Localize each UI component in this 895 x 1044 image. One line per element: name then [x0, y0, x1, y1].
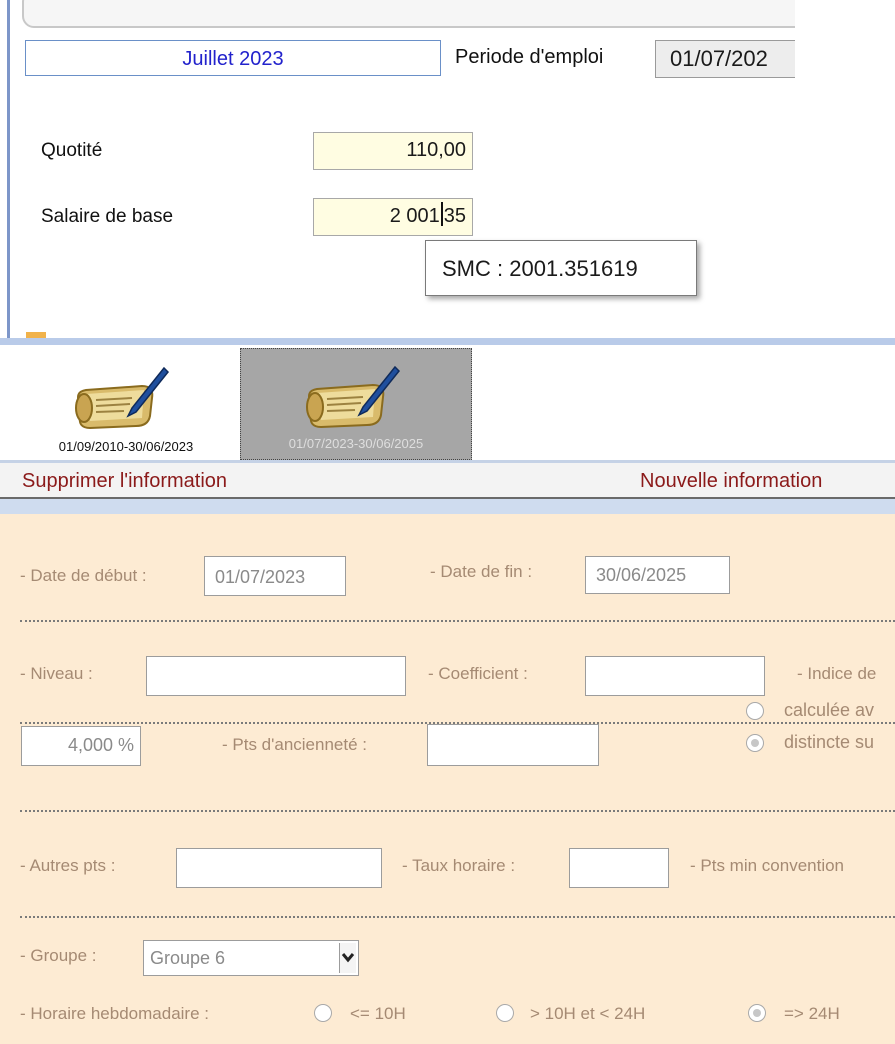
row-divider [20, 620, 895, 622]
salaire-value-integer: 2 001 [389, 205, 440, 227]
pts-min-convention-label: - Pts min convention [690, 856, 845, 875]
radio-distincte-label: distincte su [784, 732, 875, 752]
quotite-label: Quotité [41, 140, 103, 161]
horaire-label: - Horaire hebdomadaire : [20, 1004, 209, 1023]
action-bar-divider [0, 499, 895, 514]
radio-horaire-10-24h[interactable] [496, 1004, 514, 1022]
contract-tab-1[interactable]: 01/09/2010-30/06/2023 [10, 350, 242, 462]
taux-horaire-label: - Taux horaire : [402, 856, 516, 875]
contract-tab-2-label: 01/07/2023-30/06/2025 [288, 436, 424, 451]
contract-tab-2[interactable]: 01/07/2023-30/06/2025 [240, 348, 472, 460]
groupe-label: - Groupe : [20, 946, 97, 965]
delete-info-button[interactable]: Supprimer l'information [22, 463, 227, 499]
new-info-button[interactable]: Nouvelle information [640, 463, 822, 499]
radio-calculee[interactable] [746, 702, 764, 720]
action-bar: Supprimer l'information Nouvelle informa… [0, 463, 895, 499]
date-fin-label: - Date de fin : [430, 562, 533, 581]
coefficient-field[interactable] [585, 656, 765, 696]
panel-tab-strip [22, 0, 846, 28]
month-label: Juillet 2023 [25, 40, 441, 76]
salary-panel: Juillet 2023 Periode d'emploi 01/07/202 … [0, 0, 895, 338]
indice-label: - Indice de [797, 664, 877, 683]
quotite-field[interactable]: 110,00 [313, 132, 473, 170]
taux-horaire-field[interactable] [569, 848, 669, 888]
radio-horaire-ge-24h[interactable] [748, 1004, 766, 1022]
pts-anciennete-field[interactable] [427, 724, 599, 766]
radio-distincte[interactable] [746, 734, 764, 752]
section-separator [0, 332, 895, 345]
autres-pts-label: - Autres pts : [20, 856, 116, 875]
scroll-pen-icon [75, 366, 170, 430]
pts-anciennete-label: - Pts d'ancienneté : [222, 735, 367, 754]
panel-left-border [7, 0, 10, 338]
smc-tooltip: SMC : 2001.351619 [425, 240, 697, 296]
autres-pts-field[interactable] [176, 848, 382, 888]
contract-form: - Date de début : 01/07/2023 - Date de f… [0, 514, 895, 1044]
employment-period-label: Periode d'emploi [455, 46, 604, 68]
date-debut-label: - Date de début : [20, 566, 147, 585]
text-cursor [440, 202, 443, 226]
coefficient-label: - Coefficient : [428, 664, 528, 683]
salaire-field[interactable]: 2 001 35 [313, 198, 473, 236]
salaire-value-decimal: 35 [443, 205, 466, 227]
niveau-field[interactable] [146, 656, 406, 696]
salaire-label: Salaire de base [41, 206, 174, 227]
radio-horaire-10-24h-label: > 10H et < 24H [530, 1004, 646, 1023]
groupe-select[interactable]: Groupe 6 [143, 940, 359, 976]
chevron-down-icon[interactable] [339, 943, 356, 973]
groupe-select-value: Groupe 6 [150, 948, 226, 968]
date-debut-field[interactable]: 01/07/2023 [204, 556, 346, 596]
radio-horaire-le-10h-label: <= 10H [350, 1004, 406, 1023]
radio-horaire-ge-24h-label: => 24H [784, 1004, 840, 1023]
niveau-label: - Niveau : [20, 664, 93, 683]
anciennete-percent-field[interactable]: 4,000 % [21, 726, 141, 766]
row-divider [20, 916, 895, 918]
radio-calculee-label: calculée av [784, 700, 875, 720]
row-divider [20, 810, 895, 812]
scroll-pen-icon [306, 365, 401, 429]
radio-horaire-le-10h[interactable] [314, 1004, 332, 1022]
orange-marker [26, 332, 46, 338]
contract-tab-1-label: 01/09/2010-30/06/2023 [58, 439, 194, 454]
date-fin-field[interactable]: 30/06/2025 [585, 556, 730, 594]
panel-right-blank [795, 0, 895, 338]
employment-period-field[interactable]: 01/07/202 [655, 40, 815, 78]
